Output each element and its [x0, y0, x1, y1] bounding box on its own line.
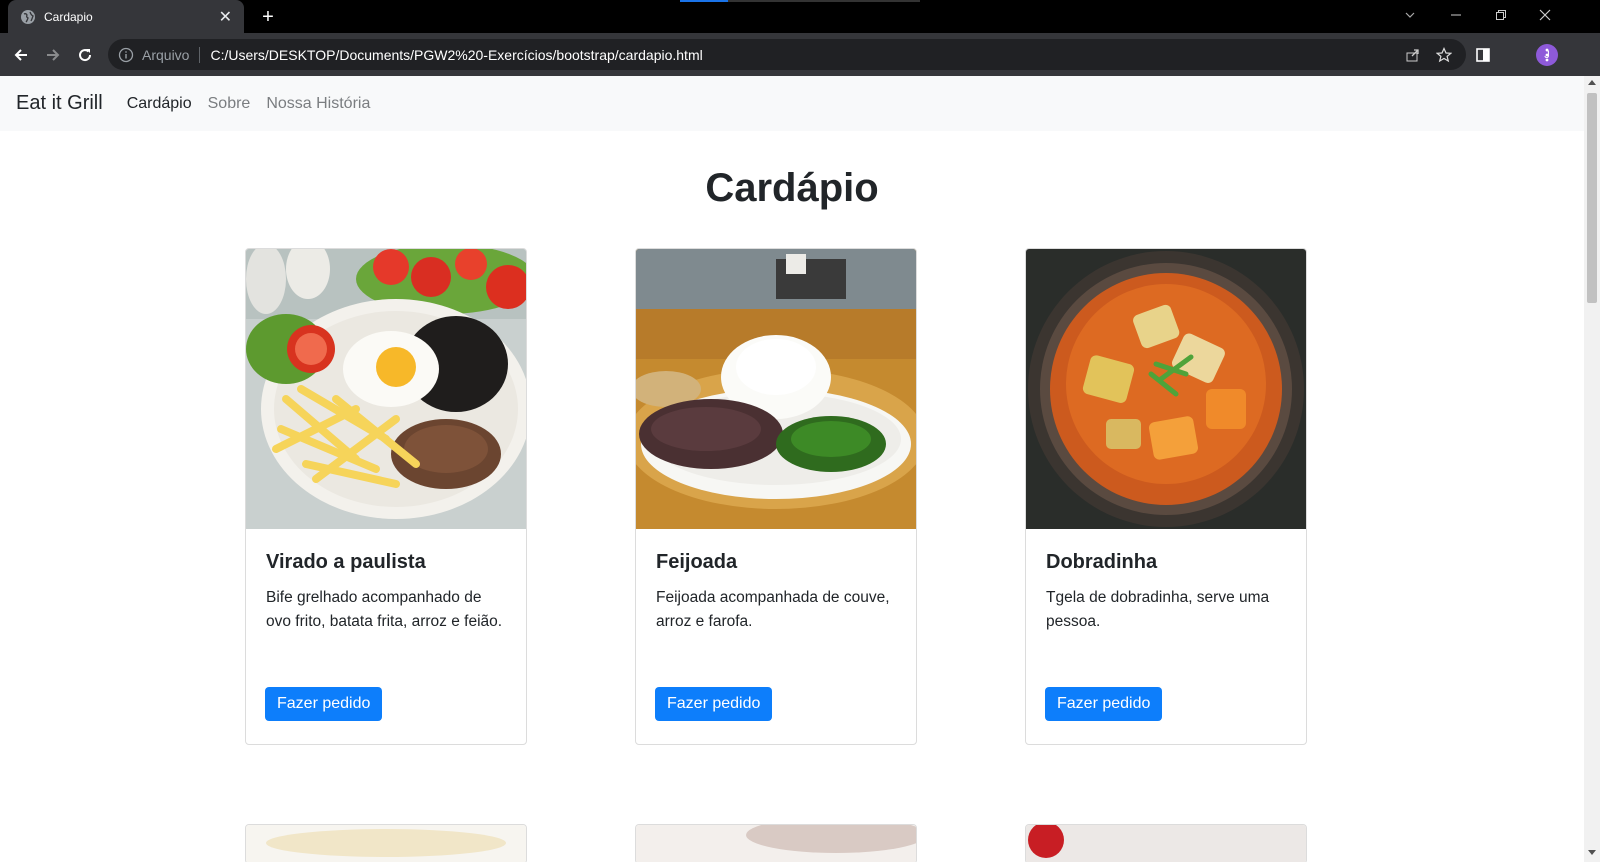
page-viewport: Eat it Grill Cardápio Sobre Nossa Histór…: [0, 76, 1584, 862]
share-icon[interactable]: [1400, 42, 1426, 68]
browser-tab[interactable]: Cardapio ✕: [8, 0, 244, 33]
card-text: Feijoada acompanhada de couve, arroz e f…: [656, 589, 890, 630]
card-body: Feijoada Feijoada acompanhada de couve, …: [636, 529, 916, 698]
browser-tab-strip: Cardapio ✕ +: [0, 0, 1600, 33]
nav-link-cardapio[interactable]: Cardápio: [127, 95, 192, 113]
restore-icon[interactable]: [1478, 0, 1524, 30]
card-title: Feijoada: [656, 551, 738, 573]
scrollbar-thumb[interactable]: [1587, 93, 1597, 303]
card-text: Tgela de dobradinha, serve uma pessoa.: [1046, 589, 1270, 630]
menu-card-partial: [245, 824, 527, 862]
scroll-up-icon[interactable]: [1588, 80, 1596, 85]
forward-icon[interactable]: [40, 42, 66, 68]
nav-link-nossa-historia[interactable]: Nossa História: [266, 95, 370, 113]
menu-kebab-icon[interactable]: [1534, 42, 1560, 68]
dish-image-feijoada: [636, 249, 916, 529]
address-toolbar: Arquivo C:/Users/DESKTOP/Documents/PGW2%…: [0, 33, 1600, 76]
minimize-icon[interactable]: [1433, 0, 1479, 30]
tab-title: Cardapio: [44, 9, 93, 24]
card-body: Dobradinha Tgela de dobradinha, serve um…: [1026, 529, 1306, 698]
vertical-scrollbar[interactable]: [1584, 76, 1600, 862]
tab-search-icon[interactable]: [1387, 0, 1433, 30]
nav-link-sobre[interactable]: Sobre: [208, 95, 251, 113]
tab-strip-indicator: [680, 0, 728, 2]
order-button[interactable]: Fazer pedido: [1045, 687, 1163, 721]
order-button[interactable]: Fazer pedido: [655, 687, 773, 721]
close-tab-icon[interactable]: ✕: [219, 7, 232, 27]
globe-icon: [21, 9, 35, 24]
site-navbar: Eat it Grill Cardápio Sobre Nossa Histór…: [0, 76, 1584, 131]
navbar-brand[interactable]: Eat it Grill: [16, 92, 103, 115]
menu-card: Feijoada Feijoada acompanhada de couve, …: [635, 248, 917, 745]
page-title: Cardápio: [705, 166, 879, 210]
side-panel-icon[interactable]: [1470, 42, 1496, 68]
bookmark-star-icon[interactable]: [1431, 42, 1457, 68]
address-separator: [199, 46, 201, 63]
reload-icon[interactable]: [72, 42, 98, 68]
menu-card: Virado a paulista Bife grelhado acompanh…: [245, 248, 527, 745]
menu-card-partial: [1025, 824, 1307, 862]
order-button[interactable]: Fazer pedido: [265, 687, 383, 721]
card-title: Virado a paulista: [266, 551, 426, 573]
close-window-icon[interactable]: [1522, 0, 1568, 30]
info-icon[interactable]: [118, 47, 134, 63]
address-scheme-label: Arquivo: [142, 46, 190, 63]
menu-card-partial: [635, 824, 917, 862]
address-bar[interactable]: Arquivo C:/Users/DESKTOP/Documents/PGW2%…: [108, 39, 1466, 70]
url-text[interactable]: C:/Users/DESKTOP/Documents/PGW2%20-Exerc…: [210, 47, 702, 63]
back-icon[interactable]: [8, 42, 34, 68]
tab-strip-divider: [728, 0, 920, 2]
card-text: Bife grelhado acompanhado de ovo frito, …: [266, 589, 503, 630]
dish-image-dobradinha: [1026, 249, 1306, 529]
new-tab-icon[interactable]: +: [256, 5, 280, 29]
dish-image-virado: [246, 249, 526, 529]
menu-card: Dobradinha Tgela de dobradinha, serve um…: [1025, 248, 1307, 745]
card-title: Dobradinha: [1046, 551, 1158, 573]
scroll-down-icon[interactable]: [1588, 850, 1596, 855]
card-body: Virado a paulista Bife grelhado acompanh…: [246, 529, 526, 698]
